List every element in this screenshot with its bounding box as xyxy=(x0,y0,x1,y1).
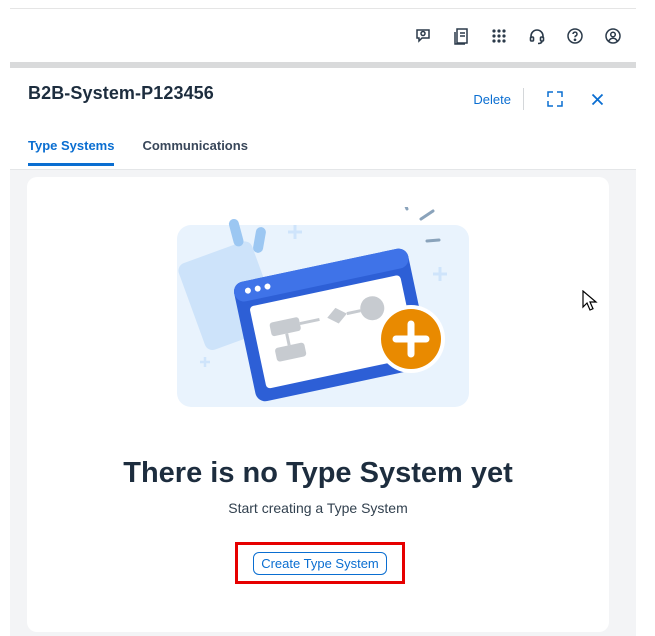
user-icon[interactable] xyxy=(604,27,622,45)
close-icon[interactable] xyxy=(586,88,608,110)
mouse-pointer-icon xyxy=(582,290,598,311)
empty-state-title: There is no Type System yet xyxy=(123,457,513,489)
object-header: B2B-System-P123456 Delete Type Systems C… xyxy=(10,70,636,170)
fullscreen-icon[interactable] xyxy=(544,88,566,110)
support-icon[interactable] xyxy=(528,27,546,45)
empty-state-illustration xyxy=(177,207,469,407)
create-type-system-button[interactable]: Create Type System xyxy=(253,551,387,575)
shell-icons xyxy=(414,27,622,45)
page-title: B2B-System-P123456 xyxy=(28,83,214,103)
notes-icon[interactable] xyxy=(452,27,470,45)
content-area: There is no Type System yet Start creati… xyxy=(10,170,636,636)
delete-button[interactable]: Delete xyxy=(473,92,523,107)
tab-bar: Type Systems Communications xyxy=(28,138,248,166)
feedback-icon[interactable] xyxy=(414,27,432,45)
object-page: B2B-System-P123456 Delete Type Systems C… xyxy=(10,70,636,636)
empty-state-card: There is no Type System yet Start creati… xyxy=(27,177,609,632)
empty-state-subtitle: Start creating a Type System xyxy=(228,500,408,516)
tab-communications[interactable]: Communications xyxy=(142,138,247,166)
highlight-box: Create Type System xyxy=(235,542,405,584)
tab-type-systems[interactable]: Type Systems xyxy=(28,138,115,166)
apps-grid-icon[interactable] xyxy=(490,27,508,45)
shell-bar xyxy=(10,8,636,68)
toolbar-separator xyxy=(523,88,524,110)
help-icon[interactable] xyxy=(566,27,584,45)
header-actions: Delete xyxy=(473,88,608,110)
